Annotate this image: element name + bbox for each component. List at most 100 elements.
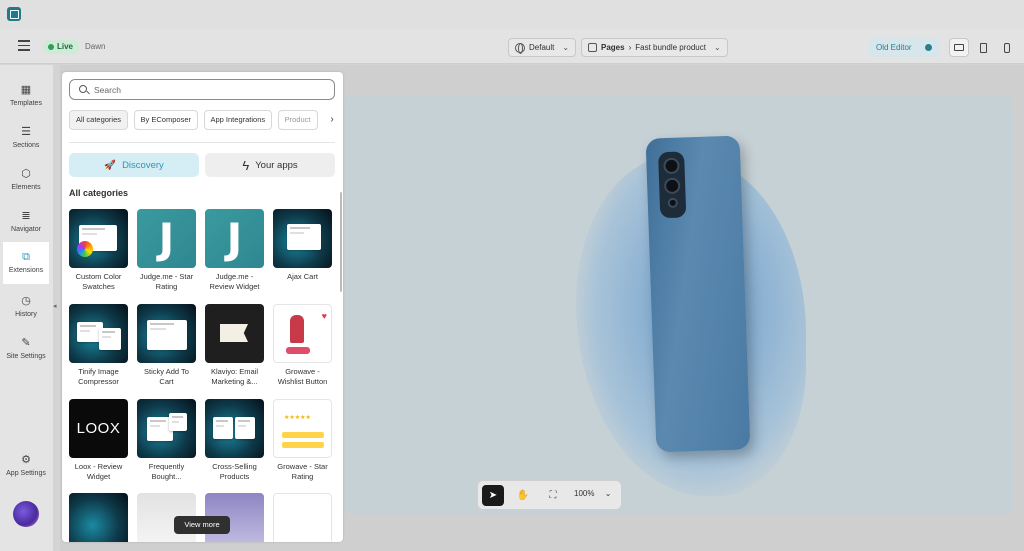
gear-icon: ⚙	[21, 454, 31, 466]
thumbnail-window	[147, 320, 187, 350]
collapse-panel-icon[interactable]: ◂	[53, 302, 60, 314]
zoom-select[interactable]: 100% ⌄	[574, 489, 611, 498]
select-tool-icon[interactable]: ➤	[482, 485, 504, 506]
tab-discovery[interactable]: 🚀 Discovery	[69, 153, 199, 177]
view-more-button[interactable]: View more	[174, 516, 230, 534]
sidebar-item-site-settings[interactable]: ✎ Site Settings	[3, 331, 49, 371]
browser-strip	[0, 0, 1024, 29]
extension-card[interactable]: Tinify Image Compressor	[69, 304, 128, 387]
pages-label: Pages	[601, 43, 625, 52]
search-field[interactable]	[69, 79, 335, 100]
search-icon	[79, 85, 87, 93]
search-input[interactable]	[94, 84, 324, 96]
extension-card[interactable]: J Judge.me - Star Rating	[137, 209, 196, 292]
extension-card[interactable]	[273, 493, 332, 542]
extension-card-label: Judge.me - Star Rating	[139, 272, 194, 291]
hand-tool-icon[interactable]: ✋	[512, 485, 534, 506]
category-by-ecomposer[interactable]: By EComposer	[133, 110, 198, 130]
navigator-icon: ≣	[21, 210, 31, 222]
category-all[interactable]: All categories	[69, 110, 129, 130]
sidebar-item-history[interactable]: ◷ History	[3, 289, 49, 329]
thumbnail-window	[99, 328, 121, 350]
tab-your-apps-label: Your apps	[255, 159, 298, 171]
sidebar-item-navigator[interactable]: ≣ Navigator	[3, 204, 49, 244]
extension-card[interactable]: Sticky Add To Cart	[137, 304, 196, 387]
extension-card[interactable]: Cross-Selling Products	[205, 399, 264, 482]
language-select[interactable]: Default ⌄	[508, 38, 577, 57]
chevron-down-icon: ⌄	[713, 43, 721, 52]
category-filter: All categories By EComposer App Integrat…	[69, 110, 337, 132]
elements-icon: ⬡	[21, 168, 31, 180]
extension-card[interactable]: Klaviyo: Email Marketing &...	[205, 304, 264, 387]
rating-bar	[282, 432, 324, 438]
tablet-view-button[interactable]	[973, 38, 993, 57]
extensions-panel: All categories By EComposer App Integrat…	[62, 72, 343, 542]
page-name: Fast bundle product	[635, 43, 706, 52]
extension-thumbnail	[69, 493, 128, 542]
extension-card-label: Tinify Image Compressor	[78, 367, 119, 386]
chevron-right-icon[interactable]: ›	[325, 110, 339, 130]
smartphone-image	[645, 135, 751, 453]
category-product[interactable]: Product	[277, 110, 318, 130]
app-logo-icon[interactable]	[7, 7, 21, 21]
extension-card[interactable]: ★★★★★ Growave - Star Rating	[273, 399, 332, 482]
extension-card-label: Klaviyo: Email Marketing &...	[210, 367, 259, 386]
zoom-value: 100%	[574, 489, 595, 498]
thumbnail-window	[213, 417, 233, 439]
live-badge: Live	[43, 40, 80, 54]
canvas-toolbar: ➤ ✋ ⛶ 100% ⌄	[477, 480, 622, 510]
extension-card-label: Sticky Add To Cart	[144, 367, 189, 386]
extension-card[interactable]: Custom Color Swatches	[69, 209, 128, 292]
sidebar-item-extensions[interactable]: ⧉ Extensions	[3, 242, 49, 284]
sidebar-item-sections[interactable]: ☰ Sections	[3, 120, 49, 160]
globe-icon	[515, 42, 525, 54]
divider	[69, 142, 335, 143]
sections-icon: ☰	[21, 126, 31, 138]
section-title: All categories	[69, 188, 129, 198]
category-app-integrations[interactable]: App Integrations	[203, 110, 273, 130]
old-editor-toggle[interactable]: Old Editor	[868, 38, 940, 57]
hero-preview-image[interactable]	[343, 96, 1013, 514]
extension-card-label: Cross-Selling Products	[212, 462, 257, 481]
extension-card[interactable]: LOOX Loox - Review Widget	[69, 399, 128, 482]
templates-icon: ▦	[20, 84, 32, 96]
sidebar-item-templates[interactable]: ▦ Templates	[3, 78, 49, 118]
extensions-icon: ⧉	[22, 251, 30, 263]
menu-icon[interactable]	[18, 40, 30, 52]
extension-card-label: Ajax Cart	[287, 272, 318, 281]
extension-thumbnail	[205, 304, 264, 363]
extension-thumbnail	[273, 493, 332, 542]
page-select[interactable]: Pages › Fast bundle product ⌄	[581, 38, 728, 57]
thumbnail-window	[169, 413, 187, 431]
klaviyo-logo	[220, 324, 248, 342]
separator-icon: ›	[628, 43, 632, 52]
extension-thumbnail	[273, 209, 332, 268]
panel-scrollbar[interactable]	[340, 192, 342, 292]
sidebar-item-label: Navigator	[11, 226, 41, 233]
lens-icon	[663, 157, 680, 175]
sidebar-item-elements[interactable]: ⬡ Elements	[3, 162, 49, 202]
extension-thumbnail	[137, 304, 196, 363]
focus-tool-icon[interactable]: ⛶	[542, 485, 564, 506]
mobile-view-button[interactable]	[997, 38, 1017, 57]
avatar[interactable]	[13, 501, 39, 527]
sidebar-item-app-settings[interactable]: ⚙ App Settings	[3, 448, 49, 488]
mobile-icon	[1004, 42, 1010, 53]
chevron-down-icon: ⌄	[562, 43, 570, 52]
extension-thumbnail	[137, 399, 196, 458]
extension-card[interactable]: Frequently Bought...	[137, 399, 196, 482]
extension-card[interactable]: J Judge.me - Review Widget	[205, 209, 264, 292]
extension-card-label: Custom Color Swatches	[75, 272, 122, 291]
extension-thumbnail: J	[137, 209, 196, 268]
sidebar-item-label: History	[15, 311, 37, 318]
tab-your-apps[interactable]: ϟ Your apps	[205, 153, 335, 177]
desktop-view-button[interactable]	[949, 38, 969, 57]
thumbnail-window	[235, 417, 255, 439]
extension-card-label: Judge.me - Review Widget	[209, 272, 260, 291]
judge-me-logo: J	[158, 214, 175, 263]
extension-card[interactable]: Ajax Cart	[273, 209, 332, 282]
extension-card[interactable]	[69, 493, 128, 542]
wishlist-pill	[286, 347, 310, 354]
extension-card[interactable]: ♥ Growave - Wishlist Button	[273, 304, 332, 387]
chevron-down-icon: ⌄	[604, 489, 612, 498]
